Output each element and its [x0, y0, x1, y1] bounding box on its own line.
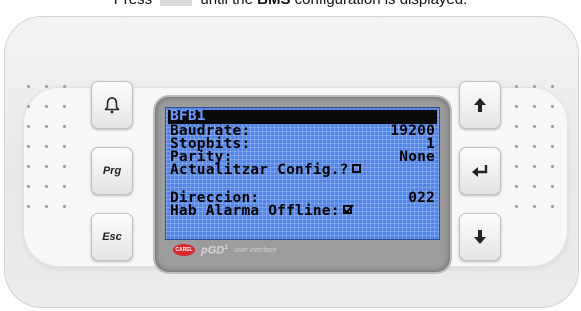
update-config-row: Actualitzar Config.? — [170, 162, 435, 178]
update-config-checkbox[interactable] — [351, 164, 361, 173]
caption-suffix: configuration is displayed. — [295, 0, 468, 8]
update-config-label: Actualitzar Config.? — [170, 162, 349, 178]
bell-icon — [104, 97, 120, 114]
carel-logo: CAREL — [173, 244, 195, 256]
prg-button[interactable]: Prg — [91, 147, 133, 195]
screen-title: BFB1 — [170, 108, 206, 124]
parity-value[interactable]: None — [399, 150, 435, 165]
arrow-up-icon — [474, 98, 486, 112]
down-button[interactable] — [459, 213, 501, 261]
esc-button-label: Esc — [102, 231, 122, 243]
address-value[interactable]: 022 — [408, 191, 435, 206]
alarm-offline-checkbox[interactable] — [342, 205, 352, 214]
alarm-offline-row: Hab Alarma Offline: — [170, 203, 435, 219]
instruction-caption: Press until the BMS configuration is dis… — [0, 0, 581, 8]
prg-button-label: Prg — [102, 165, 122, 177]
lcd-display: BFB1 Baudrate: 19200 Stopbits: 1 Parity:… — [165, 107, 440, 240]
up-button[interactable] — [459, 81, 501, 129]
caption-middle: until the — [200, 0, 253, 8]
display-frame: BFB1 Baudrate: 19200 Stopbits: 1 Parity:… — [155, 97, 450, 272]
product-subtitle: user interface — [234, 246, 277, 254]
caption-bold: BMS — [257, 0, 290, 8]
caption-key-placeholder — [160, 0, 193, 7]
alarm-button[interactable] — [91, 81, 133, 129]
product-name: pGD1 — [201, 243, 229, 257]
arrow-down-icon — [474, 230, 486, 244]
screen-title-bar: BFB1 — [168, 108, 437, 124]
esc-button[interactable]: Esc — [91, 213, 133, 261]
alarm-offline-label: Hab Alarma Offline: — [170, 203, 340, 219]
enter-button[interactable] — [459, 147, 501, 195]
brand-strip: CAREL pGD1 user interface — [173, 242, 277, 258]
caption-prefix: Press — [114, 0, 152, 8]
enter-icon — [472, 165, 488, 177]
terminal-bezel: Prg Esc BFB1 Baudrate: 19200 Stopbits: 1… — [4, 16, 579, 308]
